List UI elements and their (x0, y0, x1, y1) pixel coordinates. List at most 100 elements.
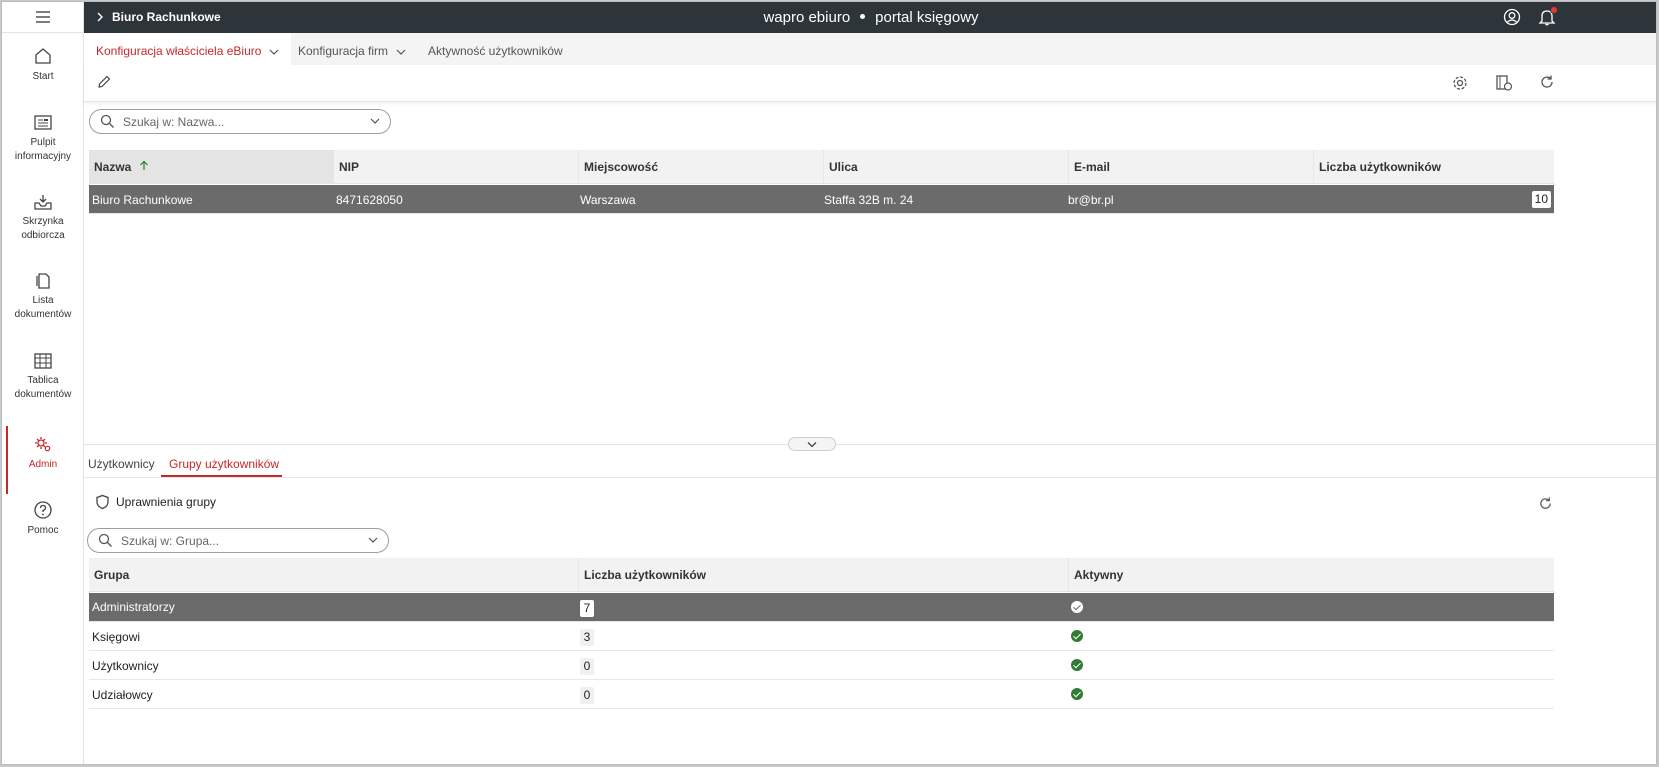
table-row[interactable]: Biuro Rachunkowe 8471628050 Warszawa Sta… (89, 185, 1554, 214)
newspaper-icon (34, 115, 52, 130)
cell-aktywny (1071, 593, 1083, 622)
bell-icon[interactable] (1538, 6, 1558, 29)
column-header-ulica[interactable]: Ulica (824, 150, 1069, 184)
cell-aktywny (1071, 651, 1083, 680)
top-header: Biuro Rachunkowe wapro ebiuro portal księ… (84, 2, 1656, 33)
tab-konfiguracja-wlasciciela[interactable]: Konfiguracja właściciela eBiuro (84, 33, 292, 65)
refresh-icon[interactable] (1539, 74, 1555, 93)
chevron-down-icon (807, 441, 817, 447)
search-input[interactable] (121, 533, 361, 548)
hamburger-icon[interactable] (2, 2, 84, 33)
panel-divider (84, 444, 1656, 445)
home-icon (35, 48, 51, 64)
office-search[interactable] (89, 109, 391, 134)
active-check-icon (1071, 601, 1083, 613)
settings-gear-icon[interactable] (1451, 74, 1469, 95)
main-tabs: Konfiguracja właściciela eBiuro Konfigur… (84, 33, 1656, 65)
count-badge: 0 (580, 687, 594, 704)
sidebar-item-label: Tablica dokumentów (14, 375, 72, 400)
collapse-panel-handle[interactable] (788, 437, 836, 451)
table-row[interactable]: Użytkownicy 0 (89, 651, 1554, 680)
user-circle-icon[interactable] (1503, 8, 1521, 29)
sidebar-item-skrzynka[interactable]: Skrzynka odbiorcza (2, 193, 84, 263)
brand-name: wapro ebiuro (763, 9, 851, 26)
chevron-down-icon[interactable] (370, 117, 380, 125)
book-help-icon[interactable] (1495, 74, 1513, 95)
column-header-email[interactable]: E-mail (1069, 150, 1314, 184)
count-badge: 3 (580, 629, 594, 646)
column-header-nazwa[interactable]: Nazwa (89, 150, 334, 184)
cell-grupa: Udziałowcy (92, 688, 153, 702)
app-brand: wapro ebiuro portal księgowy (84, 9, 1656, 26)
table-row[interactable]: Administratorzy 7 (89, 593, 1554, 622)
column-label: Nazwa (94, 160, 132, 174)
column-header-aktywny[interactable]: Aktywny (1069, 558, 1554, 592)
column-header-liczba-uzytkownikow[interactable]: Liczba użytkowników (1314, 150, 1554, 184)
sort-ascending-icon (139, 160, 148, 170)
cell-liczba: 3 (580, 622, 594, 651)
column-header-miejscowosc[interactable]: Miejscowość (579, 150, 824, 184)
sidebar-item-pulpit[interactable]: Pulpit informacyjny (2, 114, 84, 184)
tab-label: Grupy użytkowników (169, 457, 280, 471)
tab-divider (84, 477, 1656, 478)
column-label: E-mail (1074, 160, 1111, 174)
count-badge: 0 (580, 658, 594, 675)
cell-liczba: 0 (580, 651, 594, 680)
brand-subtitle: portal księgowy (875, 9, 979, 26)
tab-konfiguracja-firm[interactable]: Konfiguracja firm (286, 33, 418, 65)
inbox-icon (34, 195, 52, 210)
cell-aktywny (1071, 622, 1083, 651)
count-badge: 7 (580, 600, 594, 617)
column-header-liczba-uzytkownikow[interactable]: Liczba użytkowników (579, 558, 1069, 592)
cell-nip: 8471628050 (336, 193, 403, 207)
office-grid-header: Nazwa NIP Miejscowość Ulica E-mail Liczb… (89, 150, 1554, 184)
table-icon (34, 353, 52, 369)
sidebar-item-label: Start (32, 71, 54, 82)
group-grid-header: Grupa Liczba użytkowników Aktywny (89, 558, 1554, 592)
brand-separator (860, 14, 866, 20)
sidebar-item-lista[interactable]: Lista dokumentów (2, 270, 84, 340)
edit-pencil-icon[interactable] (96, 74, 112, 93)
search-icon (98, 533, 112, 547)
column-label: Liczba użytkowników (1319, 160, 1442, 174)
tab-label: Aktywność użytkowników (428, 44, 563, 58)
sidebar: Start Pulpit informacyjny Skrzynka odbio… (2, 2, 84, 764)
column-label: Liczba użytkowników (584, 568, 707, 582)
tab-label: Konfiguracja właściciela eBiuro (96, 44, 262, 58)
cell-email: br@br.pl (1068, 193, 1114, 207)
refresh-icon[interactable] (1538, 496, 1553, 514)
cell-grupa: Księgowi (92, 630, 141, 644)
sidebar-item-label: Skrzynka odbiorcza (21, 216, 65, 241)
sidebar-item-start[interactable]: Start (2, 46, 84, 116)
cell-liczba: 10 (1531, 185, 1551, 214)
app-window: Start Pulpit informacyjny Skrzynka odbio… (1, 1, 1657, 765)
group-search[interactable] (87, 528, 389, 553)
table-row[interactable]: Udziałowcy 0 (89, 680, 1554, 709)
sidebar-item-tablica[interactable]: Tablica dokumentów (2, 352, 84, 422)
sidebar-item-pomoc[interactable]: Pomoc (2, 500, 84, 570)
tab-aktywnosc-uzytkownikow[interactable]: Aktywność użytkowników (416, 33, 575, 65)
shield-icon (96, 494, 109, 510)
cell-aktywny (1071, 680, 1083, 709)
admin-gear-icon (35, 437, 51, 452)
cell-liczba: 0 (580, 680, 594, 709)
column-header-nip[interactable]: NIP (334, 150, 579, 184)
cell-liczba: 7 (580, 593, 594, 622)
active-check-icon (1071, 659, 1083, 671)
sidebar-item-label: Admin (28, 459, 58, 470)
toolbar (84, 65, 1656, 102)
column-header-grupa[interactable]: Grupa (89, 558, 579, 592)
search-input[interactable] (123, 114, 363, 129)
tab-grupy-uzytkownikow[interactable]: Grupy użytkowników (161, 449, 282, 477)
chevron-down-icon[interactable] (368, 536, 378, 544)
column-label: Grupa (94, 568, 130, 582)
group-permissions-label: Uprawnienia grupy (116, 495, 217, 509)
group-permissions-button[interactable]: Uprawnienia grupy (95, 494, 216, 510)
column-label: Aktywny (1074, 568, 1124, 582)
tab-uzytkownicy[interactable]: Użytkownicy (88, 449, 158, 477)
table-row[interactable]: Księgowi 3 (89, 622, 1554, 651)
sidebar-item-admin[interactable]: Admin (2, 426, 84, 504)
column-label: Ulica (829, 160, 858, 174)
active-check-icon (1071, 688, 1083, 700)
cell-ulica: Staffa 32B m. 24 (824, 193, 914, 207)
